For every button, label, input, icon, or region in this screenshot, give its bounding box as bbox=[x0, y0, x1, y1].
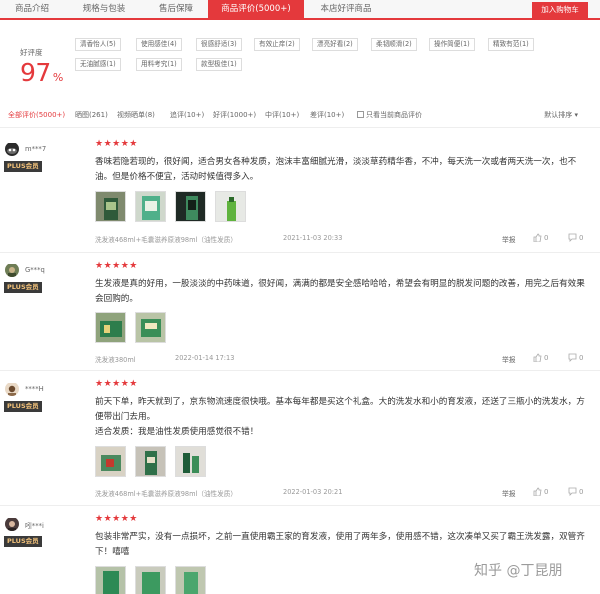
positive-rate-label: 好评度 bbox=[20, 48, 43, 57]
review-photo[interactable] bbox=[135, 312, 166, 343]
comment-button[interactable]: 0 bbox=[568, 353, 583, 362]
review-photo[interactable] bbox=[135, 566, 166, 594]
plus-member-badge: PLUS会员 bbox=[4, 401, 42, 412]
report-link[interactable]: 举报 bbox=[502, 488, 516, 498]
filter-follow-up[interactable]: 追评(10+) bbox=[170, 110, 204, 120]
review-date: 2022-01-03 20:21 bbox=[283, 488, 343, 496]
add-to-cart-button[interactable]: 加入购物车 bbox=[532, 2, 588, 18]
comment-button[interactable]: 0 bbox=[568, 233, 583, 242]
star-rating: ★★★★★ bbox=[95, 379, 138, 389]
avatar bbox=[5, 142, 19, 156]
review-tag[interactable]: 用料考究(1) bbox=[136, 58, 182, 71]
checkbox-icon[interactable] bbox=[357, 111, 364, 118]
username: G***q bbox=[25, 266, 45, 274]
tab-after-sales[interactable]: 售后保障 bbox=[144, 0, 208, 20]
purchase-spec: 洗发液380ml bbox=[95, 356, 136, 364]
avatar bbox=[5, 382, 19, 396]
only-current-product-toggle[interactable]: 只看当前商品评价 bbox=[357, 110, 422, 120]
review-text: 生发液是真的好用，一股淡淡的中药味道，很好闻，满满的都是安全感哈哈哈，希望会有明… bbox=[95, 279, 585, 304]
review-tag[interactable]: 有效止痒(2) bbox=[254, 38, 300, 51]
tab-spec-packaging[interactable]: 规格与包装 bbox=[64, 0, 144, 20]
comment-icon bbox=[568, 233, 577, 242]
like-button[interactable]: 0 bbox=[533, 353, 548, 363]
review-text: 香味若隐若现的，很好闻，适合男女各种发质，泡沫丰富细腻光滑，淡淡草药精华香，不冲… bbox=[95, 157, 577, 182]
like-button[interactable]: 0 bbox=[533, 233, 548, 243]
filter-video[interactable]: 视频晒单(8) bbox=[117, 110, 155, 120]
avatar bbox=[5, 517, 19, 531]
review-photo[interactable] bbox=[135, 446, 166, 477]
purchase-spec: 洗发液468ml+毛囊滋养原液98ml（油性发质） bbox=[95, 490, 237, 498]
plus-member-badge: PLUS会员 bbox=[4, 161, 42, 172]
chevron-down-icon: ▾ bbox=[574, 111, 578, 119]
comment-button[interactable]: 0 bbox=[568, 487, 583, 496]
review-text-hair-type: 适合发质：我是油性发质使用感觉很不错！ bbox=[95, 427, 259, 437]
review-tag[interactable]: 款型极佳(1) bbox=[196, 58, 242, 71]
review-item: G***q PLUS会员 ★★★★★ 生发液是真的好用，一股淡淡的中药味道，很好… bbox=[0, 253, 600, 371]
purchase-spec: 洗发液468ml+毛囊滋养原液98ml（油性发质） bbox=[95, 236, 237, 244]
review-filter-bar: 全部评价(5000+) 晒图(261) 视频晒单(8) 追评(10+) 好评(1… bbox=[0, 104, 600, 128]
thumbs-up-icon bbox=[533, 233, 542, 243]
filter-negative[interactable]: 差评(10+) bbox=[310, 110, 344, 120]
username: m***7 bbox=[25, 145, 47, 153]
review-tag[interactable]: 使用感佳(4) bbox=[136, 38, 182, 51]
plus-member-badge: PLUS会员 bbox=[4, 282, 42, 293]
username: 吲***i bbox=[25, 522, 44, 530]
thumbs-up-icon bbox=[533, 487, 542, 497]
report-link[interactable]: 举报 bbox=[502, 234, 516, 244]
product-tab-bar: 商品介绍 规格与包装 售后保障 商品评价(5000+) 本店好评商品 加入购物车 bbox=[0, 0, 600, 20]
comment-icon bbox=[568, 487, 577, 496]
filter-all[interactable]: 全部评价(5000+) bbox=[8, 110, 65, 120]
comment-icon bbox=[568, 353, 577, 362]
review-item: m***7 PLUS会员 ★★★★★ 香味若隐若现的，很好闻，适合男女各种发质，… bbox=[0, 128, 600, 253]
review-date: 2022-01-14 17:13 bbox=[175, 354, 235, 362]
review-tag[interactable]: 无油腻感(1) bbox=[75, 58, 121, 71]
plus-member-badge: PLUS会员 bbox=[4, 536, 42, 547]
review-tag[interactable]: 精致有范(1) bbox=[488, 38, 534, 51]
star-rating: ★★★★★ bbox=[95, 514, 138, 524]
tab-product-reviews[interactable]: 商品评价(5000+) bbox=[208, 0, 304, 20]
sort-dropdown[interactable]: 默认排序 ▾ bbox=[544, 110, 578, 120]
tab-product-intro[interactable]: 商品介绍 bbox=[0, 0, 64, 20]
like-button[interactable]: 0 bbox=[533, 487, 548, 497]
review-photo[interactable] bbox=[95, 566, 126, 594]
review-tag[interactable]: 漂亮好看(2) bbox=[312, 38, 358, 51]
review-photo[interactable] bbox=[175, 446, 206, 477]
review-tag[interactable]: 很感舒适(3) bbox=[196, 38, 242, 51]
filter-positive[interactable]: 好评(1000+) bbox=[213, 110, 256, 120]
review-text: 前天下单，昨天就到了，京东物流速度很快哦。基本每年都是买这个礼盒。大的洗发水和小… bbox=[95, 397, 585, 422]
review-photo[interactable] bbox=[135, 191, 166, 222]
review-photo[interactable] bbox=[95, 191, 126, 222]
review-tag[interactable]: 操作简便(1) bbox=[429, 38, 475, 51]
avatar bbox=[5, 263, 19, 277]
review-tag[interactable]: 清香怡人(5) bbox=[75, 38, 121, 51]
positive-rate-value: 97% bbox=[20, 58, 63, 87]
thumbs-up-icon bbox=[533, 353, 542, 363]
star-rating: ★★★★★ bbox=[95, 261, 138, 271]
tab-store-top-rated[interactable]: 本店好评商品 bbox=[304, 0, 388, 20]
report-link[interactable]: 举报 bbox=[502, 354, 516, 364]
review-tag[interactable]: 柔韧顺滑(2) bbox=[371, 38, 417, 51]
review-date: 2021-11-03 20:33 bbox=[283, 234, 343, 242]
review-photo[interactable] bbox=[175, 191, 206, 222]
username: ****H bbox=[25, 385, 44, 393]
filter-photos[interactable]: 晒图(261) bbox=[75, 110, 108, 120]
review-photo[interactable] bbox=[175, 566, 206, 594]
review-item: 吲***i PLUS会员 ★★★★★ 包装非常严实，没有一点损坏，之前一直使用霸… bbox=[0, 506, 600, 594]
review-item: ****H PLUS会员 ★★★★★ 前天下单，昨天就到了，京东物流速度很快哦。… bbox=[0, 371, 600, 506]
review-text: 包装非常严实，没有一点损坏，之前一直使用霸王家的育发液，使用了两年多，使用感不错… bbox=[95, 532, 585, 557]
review-photo[interactable] bbox=[95, 446, 126, 477]
zhihu-watermark: 知乎 @丁昆朋 bbox=[474, 563, 563, 579]
star-rating: ★★★★★ bbox=[95, 139, 138, 149]
review-photo[interactable] bbox=[215, 191, 246, 222]
review-photo[interactable] bbox=[95, 312, 126, 343]
filter-neutral[interactable]: 中评(10+) bbox=[265, 110, 299, 120]
